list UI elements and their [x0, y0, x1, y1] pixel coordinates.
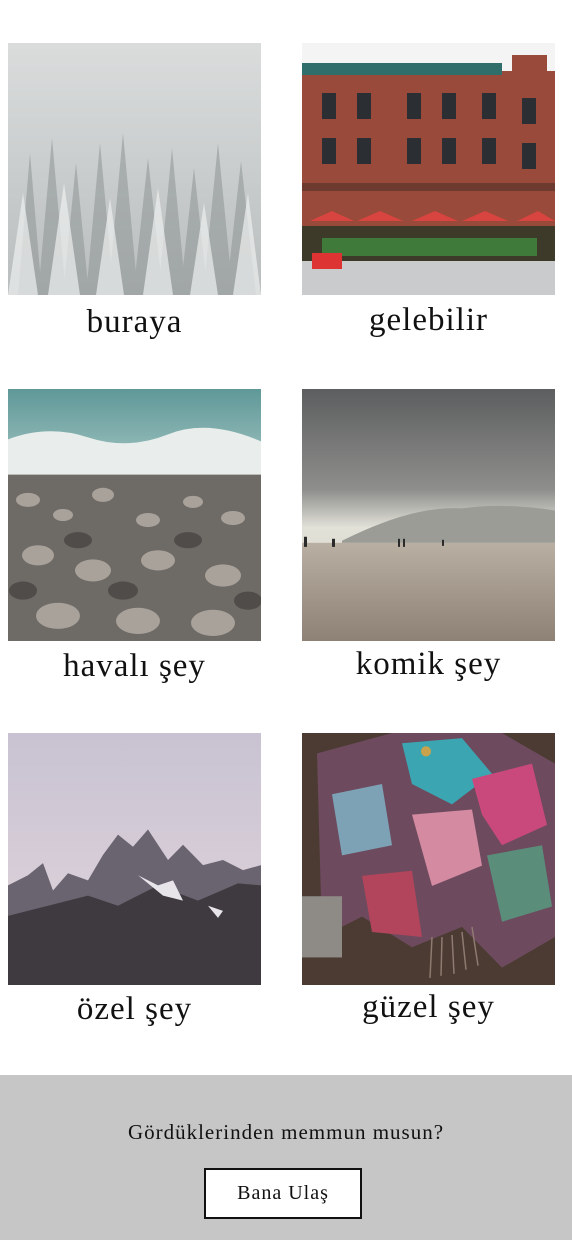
caption-havali-sey: havalı şey [63, 648, 206, 684]
caption-buraya: buraya [86, 304, 183, 340]
footer-prompt: Gördüklerinden memmun musun? [127, 1120, 445, 1144]
caption-gelebilir: gelebilir [369, 302, 488, 338]
gallery-image-cloudy-shore [302, 389, 555, 641]
contact-button[interactable]: Bana Ulaş [204, 1168, 362, 1219]
caption-guzel-sey: güzel şey [362, 989, 495, 1025]
gallery-image-brick-building-cafe [302, 43, 555, 295]
gallery-image-patterned-poncho [302, 733, 555, 985]
gallery-image-mountain-peaks [8, 733, 261, 985]
contact-footer: Gördüklerinden memmun musun? Bana Ulaş [0, 1075, 572, 1240]
caption-komik-sey: komik şey [355, 646, 502, 682]
caption-ozel-sey: özel şey [76, 991, 193, 1027]
gallery-image-pebble-beach [8, 389, 261, 641]
gallery-image-snowy-forest [8, 43, 261, 295]
